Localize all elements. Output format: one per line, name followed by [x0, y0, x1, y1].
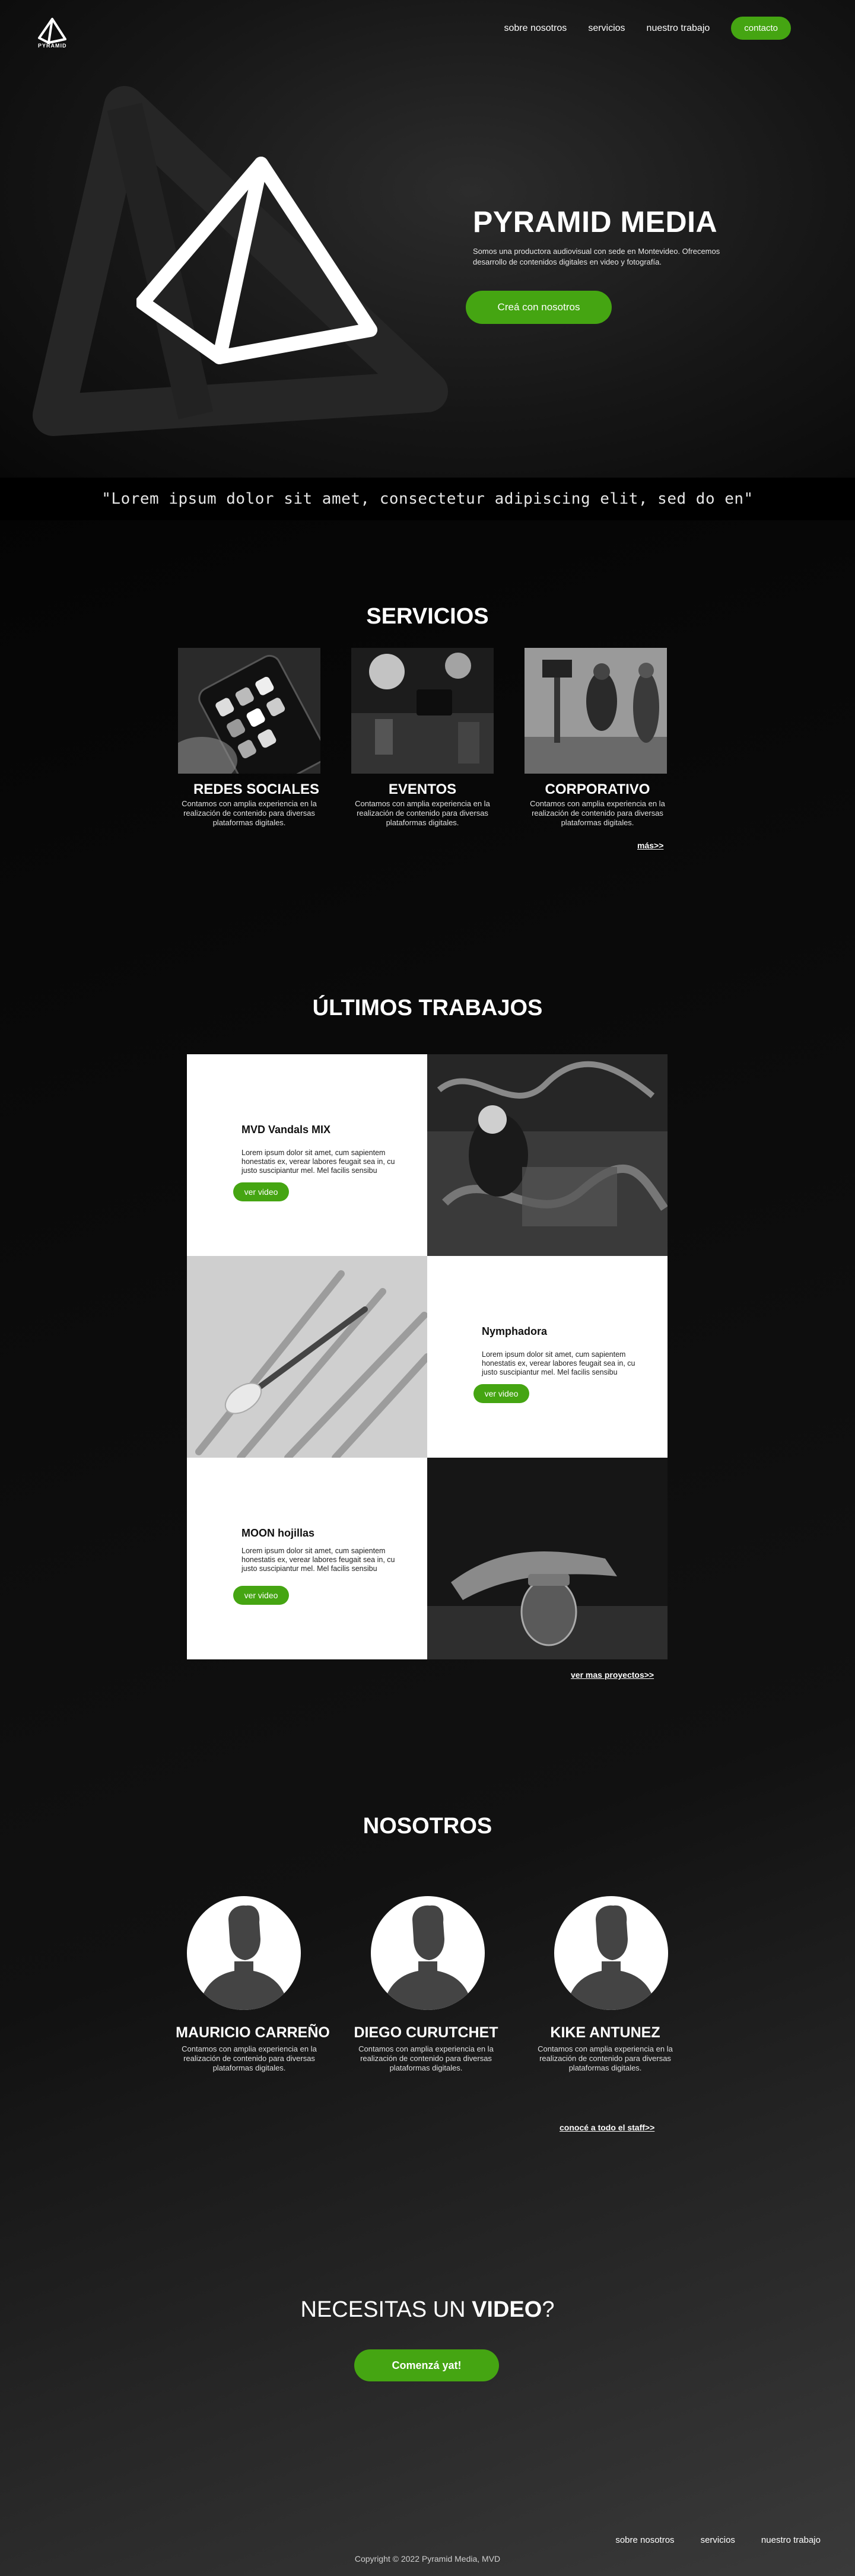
hands-jar-image — [427, 1458, 668, 1659]
event-camera-image — [351, 648, 494, 774]
more-projects-link[interactable]: ver mas proyectos>> — [571, 1670, 654, 1680]
service-description: Contamos con amplia experiencia en la re… — [182, 799, 317, 827]
quote-text: "Lorem ipsum dolor sit amet, consectetur… — [101, 490, 754, 508]
person-silhouette-icon — [566, 1905, 656, 2010]
nav-link-nuestro-trabajo[interactable]: nuestro trabajo — [647, 23, 710, 34]
service-description: Contamos con amplia experiencia en la re… — [355, 799, 490, 827]
hero-background-pyramid — [33, 86, 448, 436]
nosotros-title: NOSOTROS — [363, 1814, 492, 1839]
corporate-shoot-image — [525, 648, 667, 774]
servicios-title: SERVICIOS — [366, 604, 489, 629]
service-image-corporativo[interactable] — [525, 648, 667, 774]
member-avatar[interactable] — [554, 1896, 668, 2010]
work-title: MOON hojillas — [241, 1527, 315, 1539]
trabajos-title: ÚLTIMOS TRABAJOS — [312, 996, 543, 1020]
work-image-brushes[interactable] — [187, 1256, 427, 1458]
footer-link-sobre-nosotros[interactable]: sobre nosotros — [615, 2535, 674, 2545]
ver-video-button[interactable]: ver video — [233, 1182, 289, 1201]
hero-section: PYRAMID MEDIA Somos una productora audio… — [0, 0, 855, 478]
person-silhouette-icon — [383, 1905, 473, 2010]
logo-text: PYRAMID — [38, 43, 67, 49]
contact-button[interactable]: contacto — [731, 17, 791, 40]
cta-title-bold: VIDEO — [472, 2297, 542, 2322]
work-card-nymphadora: Nymphadora Lorem ipsum dolor sit amet, c… — [427, 1256, 668, 1458]
member-name: DIEGO CURUTCHET — [354, 2024, 498, 2041]
service-name: EVENTOS — [388, 781, 457, 797]
meet-staff-link[interactable]: conocé a todo el staff>> — [560, 2123, 654, 2132]
person-silhouette-icon — [199, 1905, 289, 2010]
work-card-mvd-vandals: MVD Vandals MIX Lorem ipsum dolor sit am… — [187, 1054, 427, 1256]
phone-apps-image — [178, 648, 320, 774]
service-image-redes-sociales[interactable] — [178, 648, 320, 774]
service-name: CORPORATIVO — [545, 781, 650, 797]
work-image-hands[interactable] — [427, 1458, 668, 1659]
footer-link-nuestro-trabajo[interactable]: nuestro trabajo — [761, 2535, 821, 2545]
quote-band: "Lorem ipsum dolor sit amet, consectetur… — [0, 478, 855, 520]
work-description: Lorem ipsum dolor sit amet, cum sapiente… — [482, 1350, 635, 1376]
work-description: Lorem ipsum dolor sit amet, cum sapiente… — [241, 1547, 395, 1573]
ver-video-button[interactable]: ver video — [233, 1586, 289, 1605]
work-title: Nymphadora — [482, 1325, 548, 1337]
footer-link-servicios[interactable]: servicios — [701, 2535, 735, 2545]
member-description: Contamos con amplia experiencia en la re… — [358, 2044, 494, 2072]
work-description: Lorem ipsum dolor sit amet, cum sapiente… — [241, 1149, 395, 1175]
create-with-us-button[interactable]: Creá con nosotros — [466, 291, 612, 324]
member-description: Contamos con amplia experiencia en la re… — [538, 2044, 673, 2072]
work-grid: MVD Vandals MIX Lorem ipsum dolor sit am… — [187, 1054, 668, 1659]
member-avatar[interactable] — [187, 1896, 301, 2010]
cta-title: NECESITAS UN VIDEO? — [0, 2297, 855, 2323]
graffiti-wall-image — [427, 1054, 668, 1256]
service-image-eventos[interactable] — [351, 648, 494, 774]
member-name: MAURICIO CARREÑO — [176, 2024, 330, 2041]
member-avatar[interactable] — [371, 1896, 485, 2010]
main-nav: sobre nosotros servicios nuestro trabajo… — [504, 17, 791, 40]
work-card-moon-hojillas: MOON hojillas Lorem ipsum dolor sit amet… — [187, 1458, 427, 1659]
member-description: Contamos con amplia experiencia en la re… — [182, 2044, 317, 2072]
cta-title-light: NECESITAS UN — [300, 2297, 472, 2322]
cta-title-end: ? — [542, 2297, 555, 2322]
makeup-brushes-image — [187, 1256, 427, 1458]
footer-nav: sobre nosotros servicios nuestro trabajo — [615, 2535, 821, 2545]
ver-video-button[interactable]: ver video — [473, 1384, 529, 1403]
copyright-text: Copyright © 2022 Pyramid Media, MVD — [354, 2554, 501, 2564]
pyramid-logo-large-icon — [136, 157, 377, 364]
nav-link-sobre-nosotros[interactable]: sobre nosotros — [504, 23, 567, 34]
service-name: REDES SOCIALES — [193, 781, 320, 797]
work-image-graffiti[interactable] — [427, 1054, 668, 1256]
work-title: MVD Vandals MIX — [241, 1124, 331, 1136]
hero-subtitle: Somos una productora audiovisual con sed… — [473, 247, 720, 266]
more-services-link[interactable]: más>> — [637, 841, 663, 850]
start-now-button[interactable]: Comenzá yat! — [354, 2349, 499, 2381]
service-description: Contamos con amplia experiencia en la re… — [530, 799, 665, 827]
hero-title: PYRAMID MEDIA — [473, 205, 718, 238]
nav-link-servicios[interactable]: servicios — [588, 23, 625, 34]
member-name: KIKE ANTUNEZ — [550, 2024, 660, 2041]
